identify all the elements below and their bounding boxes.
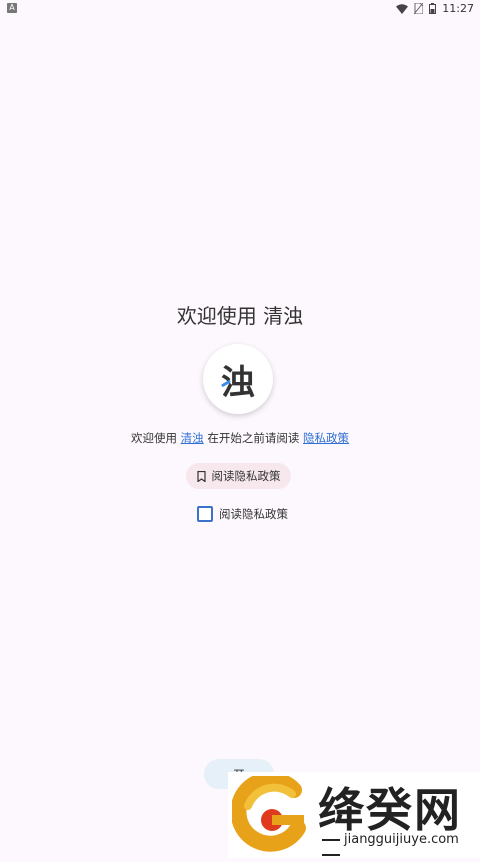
watermark-logo (232, 776, 306, 852)
read-policy-checkbox-label: 阅读隐私政策 (219, 507, 288, 521)
battery-icon (429, 3, 437, 14)
watermark: 绛癸网 jiangguijiuye.com (228, 772, 480, 858)
app-name-link[interactable]: 清浊 (181, 431, 204, 445)
app-logo: 浊 (203, 344, 273, 414)
read-policy-button-label: 阅读隐私政策 (211, 469, 281, 483)
sim-icon (414, 3, 424, 14)
watermark-domain-text: jiangguijiuye.com (344, 832, 459, 847)
welcome-title: 欢迎使用 清浊 (176, 304, 304, 328)
bookmark-icon (196, 470, 206, 482)
wifi-icon (396, 3, 409, 14)
watermark-title: 绛癸网 (318, 783, 462, 837)
privacy-policy-link[interactable]: 隐私政策 (303, 431, 349, 445)
app-logo-glyph: 浊 (221, 362, 255, 403)
status-right-group: 11:27 (396, 2, 474, 15)
intro-prefix: 欢迎使用 (131, 431, 181, 445)
app-notification-icon: A (7, 3, 17, 13)
read-policy-button[interactable]: 阅读隐私政策 (186, 463, 291, 489)
watermark-line-left (322, 838, 340, 841)
intro-middle: 在开始之前请阅读 (203, 431, 303, 445)
read-policy-checkbox[interactable] (197, 506, 213, 522)
watermark-line-right (322, 853, 340, 856)
read-policy-checkbox-row[interactable]: 阅读隐私政策 (197, 506, 288, 522)
status-time: 11:27 (442, 2, 474, 15)
status-bar: A 11:27 (0, 0, 480, 18)
intro-text: 欢迎使用 清浊 在开始之前请阅读 隐私政策 (0, 430, 480, 446)
